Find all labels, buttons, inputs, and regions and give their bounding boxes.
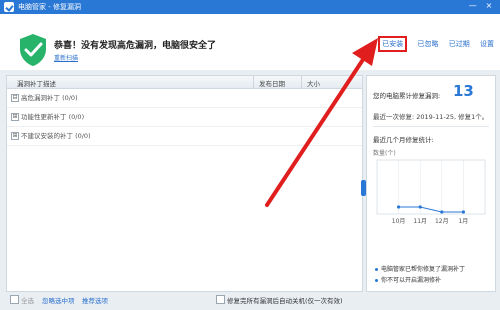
minimize-button[interactable]: — bbox=[466, 1, 480, 10]
monthly-fix-chart: 10月 11月 12月 1月 bbox=[376, 159, 486, 225]
stats-panel: 您的电脑累计修复漏洞: 13 最近一次修复: 2019-11-25, 修复1个。… bbox=[366, 75, 496, 292]
column-size[interactable]: 大小 bbox=[307, 78, 320, 88]
total-fixed-label: 您的电脑累计修复漏洞: bbox=[373, 92, 441, 100]
close-button[interactable]: × bbox=[482, 1, 496, 10]
divider bbox=[373, 126, 489, 127]
legend-text: 电脑管家已帮你修复了漏洞补丁 bbox=[381, 266, 466, 273]
result-header: 恭喜！没有发现高危漏洞，电脑很安全了 重新扫描 已安装 已忽略 已过期 设置 bbox=[0, 14, 500, 70]
auto-shutdown-label: 修复完所有漏洞后自动关机(仅一次有效) bbox=[227, 297, 343, 305]
group-not-recommended[interactable]: ⊞ 不建议安装的补丁 (0/0) bbox=[7, 127, 362, 146]
chart-x-tick-label: 12月 bbox=[435, 218, 449, 225]
legend-text: 你不可以开启漏洞修补 bbox=[381, 277, 442, 284]
last-fix-info: 最近一次修复: 2019-11-25, 修复1个。 bbox=[373, 113, 489, 121]
shield-check-icon bbox=[20, 34, 46, 66]
scan-result-headline: 恭喜！没有发现高危漏洞，电脑很安全了 bbox=[54, 41, 217, 51]
bullet-icon bbox=[375, 268, 378, 271]
bottom-toolbar: 全选 忽略选中项 推荐选项 修复完所有漏洞后自动关机(仅一次有效) bbox=[0, 292, 500, 310]
legend-item: 电脑管家已帮你修复了漏洞补丁 bbox=[375, 264, 465, 275]
tab-expired[interactable]: 已过期 bbox=[449, 39, 470, 49]
group-functional[interactable]: ⊞ 功能性更新补丁 (0/0) bbox=[7, 108, 362, 127]
chart-data-point bbox=[418, 205, 422, 209]
recommended-link[interactable]: 推荐选项 bbox=[82, 295, 108, 305]
legend-item: 你不可以开启漏洞修补 bbox=[375, 275, 465, 286]
chart-data-point bbox=[461, 210, 465, 214]
group-critical[interactable]: ⊟ 高危漏洞补丁 (0/0) bbox=[7, 89, 362, 108]
group-label: 高危漏洞补丁 (0/0) bbox=[21, 94, 78, 102]
window-title: 电脑管家 - 修复漏洞 bbox=[18, 3, 81, 11]
ignore-selected-link[interactable]: 忽略选中项 bbox=[42, 295, 75, 305]
bullet-icon bbox=[375, 279, 378, 282]
chart-plot-area bbox=[376, 159, 486, 215]
app-logo-icon bbox=[4, 2, 14, 12]
stats-legend: 电脑管家已帮你修复了漏洞补丁 你不可以开启漏洞修补 bbox=[375, 264, 465, 286]
select-all-label: 全选 bbox=[21, 297, 34, 305]
chart-x-tick-label: 11月 bbox=[413, 218, 427, 225]
tab-ignored[interactable]: 已忽略 bbox=[418, 39, 439, 49]
window-controls: — × bbox=[466, 1, 496, 10]
group-label: 不建议安装的补丁 (0/0) bbox=[21, 132, 91, 140]
collapse-icon[interactable]: ⊟ bbox=[11, 94, 19, 102]
chart-data-point bbox=[440, 210, 444, 214]
rescan-link[interactable]: 重新扫描 bbox=[54, 53, 78, 62]
patch-table: 漏洞补丁描述 发布日期 大小 ⊟ 高危漏洞补丁 (0/0) ⊞ 功能性更新补丁 (0… bbox=[6, 75, 363, 292]
chart-x-tick-label: 10月 bbox=[392, 218, 406, 225]
table-header: 漏洞补丁描述 发布日期 大小 bbox=[7, 76, 362, 89]
header-tabs: 已安装 已忽略 已过期 设置 bbox=[370, 36, 494, 52]
chart-data-point bbox=[397, 205, 401, 209]
monthly-stats-label: 最近几个月修复统计: bbox=[373, 136, 434, 144]
expand-icon[interactable]: ⊞ bbox=[11, 113, 19, 121]
select-all-checkbox[interactable] bbox=[10, 295, 19, 304]
tab-settings[interactable]: 设置 bbox=[480, 39, 494, 49]
column-date[interactable]: 发布日期 bbox=[259, 78, 285, 88]
tab-installed[interactable]: 已安装 bbox=[378, 36, 408, 52]
column-description[interactable]: 漏洞补丁描述 bbox=[17, 78, 56, 88]
column-divider bbox=[301, 76, 302, 88]
expand-icon[interactable]: ⊞ bbox=[11, 132, 19, 140]
column-divider bbox=[253, 76, 254, 88]
total-fixed-count: 13 bbox=[453, 82, 474, 100]
title-bar: 电脑管家 - 修复漏洞 — × bbox=[0, 0, 500, 14]
auto-shutdown-checkbox[interactable] bbox=[216, 295, 225, 304]
group-label: 功能性更新补丁 (0/0) bbox=[21, 113, 85, 121]
chart-x-tick-label: 1月 bbox=[458, 218, 468, 225]
